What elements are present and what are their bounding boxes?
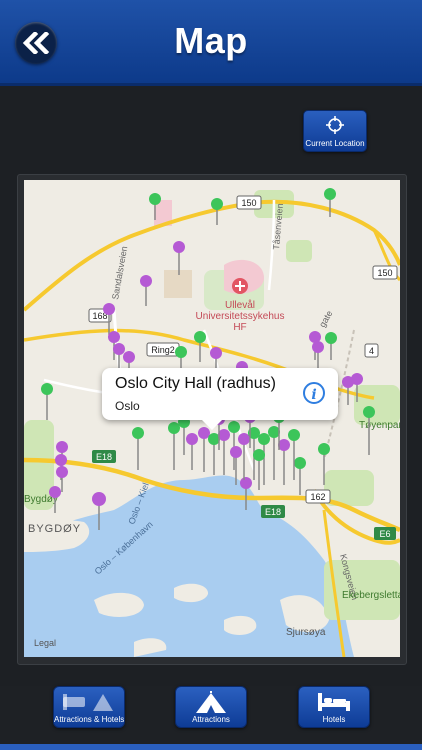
island-3	[224, 615, 257, 635]
pin[interactable]	[41, 383, 53, 420]
tab-attractions-hotels[interactable]: Attractions & Hotels	[53, 686, 125, 728]
tent-icon	[196, 691, 226, 713]
area-label-sjursoya: Sjursøya	[286, 627, 326, 638]
road-shield-162: 162	[305, 489, 331, 504]
current-location-label: Current Location	[305, 139, 365, 148]
current-location-button[interactable]: Current Location	[303, 110, 367, 152]
park-4	[354, 385, 400, 425]
road-shield-e18-bottom: E18	[261, 505, 285, 518]
svg-text:E6: E6	[379, 529, 390, 539]
tab-label: Attractions	[192, 715, 230, 724]
area-label-ekebergsletta: Ekebergsletta	[342, 590, 400, 601]
map-callout[interactable]: Oslo City Hall (radhus) Oslo i	[102, 368, 338, 430]
svg-text:E18: E18	[265, 507, 281, 517]
island-2	[174, 583, 209, 603]
area-label-toyenparken: Tøyenparken	[359, 420, 400, 431]
road-shield-ring2: Ring2	[146, 342, 180, 357]
callout-subtitle: Oslo	[115, 399, 140, 413]
campus-area	[164, 270, 192, 298]
street-label-sandalsveien: Sandalsveien	[110, 245, 129, 300]
pin[interactable]	[173, 241, 185, 275]
hospital-label: Ullevål	[225, 299, 255, 311]
park-2	[286, 240, 312, 262]
hospital-label-line3: HF	[233, 322, 246, 333]
legal-link[interactable]: Legal	[34, 638, 56, 648]
road-shield-150-top: 150	[236, 195, 262, 210]
svg-text:E18: E18	[96, 452, 112, 462]
bed-icon	[318, 693, 350, 711]
island-1	[94, 592, 144, 617]
area-label-bygdoy: BYGDØY	[28, 523, 81, 535]
pin[interactable]	[140, 275, 152, 306]
tab-label: Hotels	[322, 715, 346, 724]
tent-bed-icon	[63, 694, 113, 711]
page-title: Map	[174, 20, 248, 61]
pin[interactable]	[312, 341, 324, 370]
svg-text:162: 162	[310, 492, 325, 502]
tab-attractions[interactable]: Attractions	[175, 686, 247, 728]
street-label-gate: gate	[317, 309, 334, 329]
road-shield-4: 4	[364, 343, 379, 358]
bottom-strip	[0, 744, 422, 750]
svg-text:150: 150	[377, 268, 392, 278]
road-shield-150-right: 150	[372, 265, 398, 280]
pin[interactable]	[325, 332, 337, 360]
svg-text:Ring2: Ring2	[151, 345, 175, 355]
svg-text:4: 4	[369, 346, 374, 356]
road-shield-e6: E6	[374, 527, 396, 540]
tab-label: Attractions & Hotels	[54, 715, 125, 724]
hospital-label-line2: Universitetssykehus	[196, 311, 285, 322]
navigation-bar: Map	[0, 0, 422, 86]
hospital-marker	[232, 278, 248, 294]
info-icon[interactable]: i	[303, 382, 325, 404]
tab-hotels[interactable]: Hotels	[298, 686, 370, 728]
road-shield-e18-left: E18	[92, 450, 116, 463]
svg-text:150: 150	[241, 198, 256, 208]
pin[interactable]	[294, 457, 306, 495]
tab-bar: Attractions & Hotels Attractions Hotels	[0, 686, 422, 750]
callout-title: Oslo City Hall (radhus)	[115, 375, 276, 392]
pin[interactable]	[132, 427, 144, 470]
crosshair-icon	[326, 116, 344, 134]
